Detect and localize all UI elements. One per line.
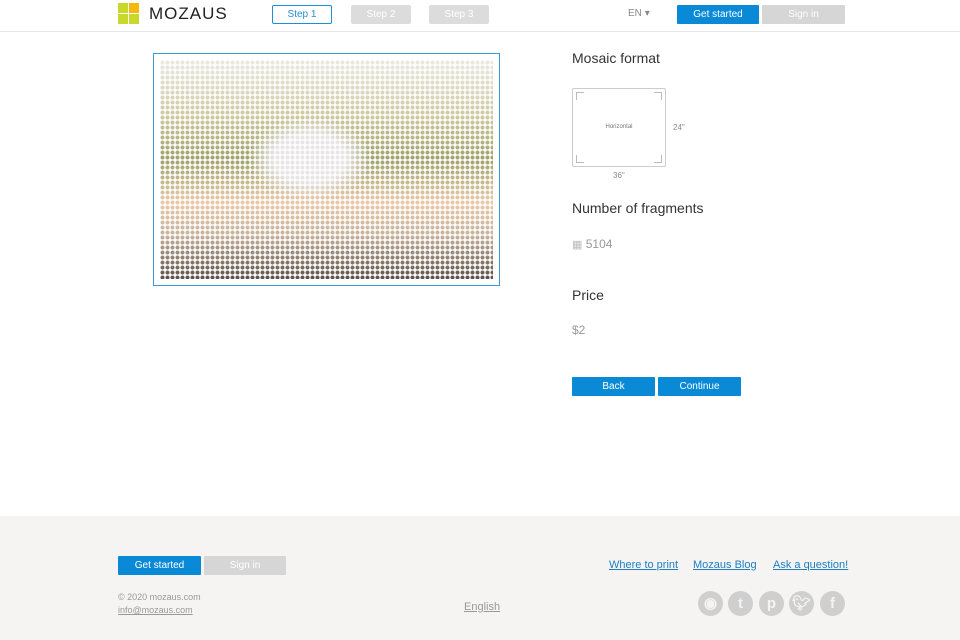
- twitter-icon[interactable]: 🐦︎: [789, 591, 814, 616]
- sign-in-button[interactable]: Sign in: [762, 5, 845, 24]
- format-option-horizontal[interactable]: Horizontal: [572, 88, 666, 167]
- step-3-tab[interactable]: Step 3: [429, 5, 489, 24]
- price-value: $2: [572, 323, 586, 337]
- format-width: 36": [613, 171, 625, 180]
- pinterest-icon[interactable]: p: [759, 591, 784, 616]
- logo[interactable]: MOZAUS: [118, 3, 228, 24]
- step-1-tab[interactable]: Step 1: [272, 5, 332, 24]
- fragments-title: Number of fragments: [572, 200, 704, 216]
- ask-question-link[interactable]: Ask a question!: [773, 559, 848, 571]
- where-to-print-link[interactable]: Where to print: [609, 559, 678, 571]
- header: MOZAUS Step 1 Step 2 Step 3 EN ▾ Get sta…: [0, 0, 960, 32]
- language-label: EN: [628, 8, 642, 19]
- back-button[interactable]: Back: [572, 377, 655, 396]
- facebook-icon[interactable]: f: [820, 591, 845, 616]
- instagram-icon[interactable]: ◉: [698, 591, 723, 616]
- step-2-tab[interactable]: Step 2: [351, 5, 411, 24]
- footer: [0, 516, 960, 640]
- grid-icon: ▦: [572, 239, 583, 251]
- footer-get-started-button[interactable]: Get started: [118, 556, 201, 575]
- logo-icon: [118, 3, 139, 24]
- format-label: Horizontal: [605, 124, 633, 130]
- language-select[interactable]: EN ▾: [628, 8, 650, 19]
- footer-language-link[interactable]: English: [464, 601, 500, 613]
- chevron-down-icon: ▾: [644, 8, 650, 19]
- tumblr-icon[interactable]: t: [728, 591, 753, 616]
- footer-sign-in-button[interactable]: Sign in: [204, 556, 286, 575]
- mosaic-format-title: Mosaic format: [572, 50, 660, 66]
- get-started-button[interactable]: Get started: [677, 5, 759, 24]
- format-height: 24": [673, 123, 685, 132]
- fragments-count-row: ▦ 5104: [572, 237, 612, 251]
- logo-text: MOZAUS: [149, 3, 228, 23]
- copyright: © 2020 mozaus.com: [118, 592, 201, 602]
- price-title: Price: [572, 287, 604, 303]
- email-link[interactable]: info@mozaus.com: [118, 605, 193, 615]
- mosaic-preview: [153, 53, 500, 286]
- mosaic-image: [160, 60, 493, 279]
- continue-button[interactable]: Continue: [658, 377, 741, 396]
- fragments-count: 5104: [585, 237, 613, 251]
- blog-link[interactable]: Mozaus Blog: [693, 559, 757, 571]
